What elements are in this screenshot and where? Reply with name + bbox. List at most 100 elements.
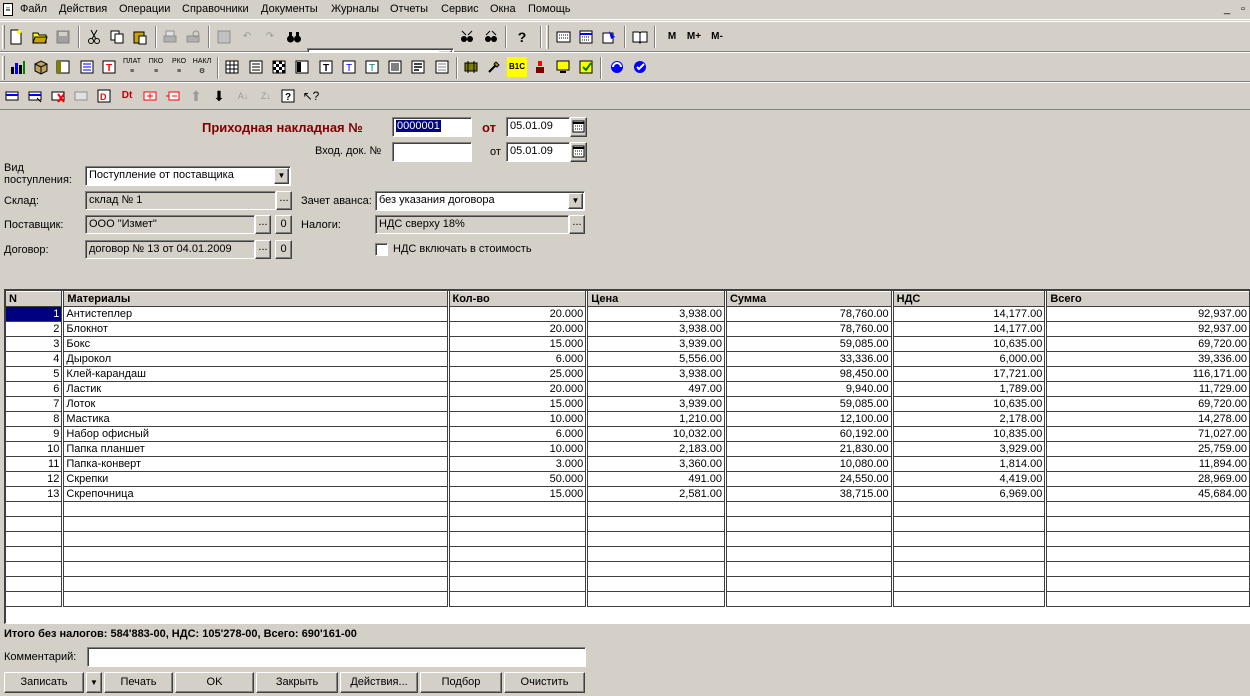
table-cell[interactable]: 20.000 (448, 321, 589, 337)
selection-button[interactable]: Подбор (420, 672, 502, 693)
report-analysis-icon[interactable] (292, 57, 312, 77)
paste-icon[interactable] (130, 27, 150, 47)
table-cell[interactable] (448, 561, 589, 577)
move-down-icon[interactable]: ⬇ (209, 86, 229, 106)
table-cell[interactable]: 38,715.00 (725, 486, 894, 502)
table-cell[interactable]: 12 (6, 471, 65, 487)
table-row[interactable]: 11 Папка-конверт 3.000 3,360.00 10,080.00 1,8… (6, 456, 1250, 472)
table-cell[interactable] (1045, 561, 1250, 577)
open-folder-icon[interactable] (30, 27, 50, 47)
table-cell[interactable]: 6.000 (448, 426, 589, 442)
table-cell[interactable]: 5,556.00 (586, 351, 727, 367)
table-cell[interactable] (62, 546, 450, 562)
table-cell[interactable]: 11,729.00 (1045, 381, 1250, 397)
table-cell[interactable] (6, 561, 65, 577)
find-next-icon[interactable] (457, 27, 477, 47)
table-cell[interactable] (725, 591, 894, 607)
new-row-copy-icon[interactable] (25, 86, 45, 106)
menu-file[interactable]: Файл (20, 3, 47, 15)
print-button[interactable]: Печать (104, 672, 173, 693)
memory-button[interactable]: M (662, 27, 682, 47)
table-cell[interactable] (6, 546, 65, 562)
actions-button[interactable]: Действия... (340, 672, 418, 693)
table-cell[interactable] (586, 501, 727, 517)
table-cell[interactable] (725, 516, 894, 532)
table-cell[interactable] (1045, 546, 1250, 562)
column-header-materials[interactable]: Материалы (62, 291, 450, 307)
report-grid-icon[interactable] (222, 57, 242, 77)
mark-delete-icon[interactable]: D (94, 86, 114, 106)
advance-dropdown-arrow[interactable]: ▼ (568, 193, 583, 209)
table-cell[interactable]: 2,183.00 (586, 441, 727, 457)
table-row[interactable]: 3 Бокс 15.000 3,939.00 59,085.00 10,635.00 69,… (6, 336, 1250, 352)
table-cell[interactable]: 17,721.00 (892, 366, 1048, 382)
invoice-icon[interactable]: НАКЛ ⚙ (192, 57, 212, 77)
table-cell[interactable] (586, 561, 727, 577)
cut-icon[interactable] (84, 27, 104, 47)
table-cell[interactable] (586, 516, 727, 532)
close-button[interactable]: Закрыть (256, 672, 338, 693)
table-row[interactable]: 8 Мастика 10.000 1,210.00 12,100.00 2,178.00 1… (6, 411, 1250, 427)
table-cell[interactable]: 8 (6, 411, 65, 427)
table-cell[interactable]: 10.000 (448, 441, 589, 457)
table-cell[interactable]: 78,760.00 (725, 321, 894, 337)
undo-icon[interactable]: ↶ (237, 27, 257, 47)
table-row[interactable]: 1 Антистеплер 20.000 3,938.00 78,760.00 14,17… (6, 306, 1250, 322)
table-cell[interactable]: 10,080.00 (725, 456, 894, 472)
table-cell[interactable] (725, 561, 894, 577)
table-cell[interactable] (892, 531, 1048, 547)
table-cell[interactable] (62, 561, 450, 577)
table-cell[interactable]: Бокс (62, 336, 450, 352)
copy-icon[interactable] (107, 27, 127, 47)
table-cell[interactable] (448, 591, 589, 607)
table-cell[interactable]: 1,210.00 (586, 411, 727, 427)
table-cell[interactable]: 9 (6, 426, 65, 442)
menu-operations[interactable]: Операции (119, 3, 170, 15)
menu-reports[interactable]: Отчеты (390, 3, 428, 15)
binoculars-find-icon[interactable] (284, 27, 304, 47)
table-cell[interactable]: 3,360.00 (586, 456, 727, 472)
table-cell[interactable]: 33,336.00 (725, 351, 894, 367)
incoming-date-field[interactable]: 05.01.09 (506, 142, 570, 162)
cash-expense-order-icon[interactable]: РКО ≡ (169, 57, 189, 77)
table-cell[interactable] (1045, 516, 1250, 532)
table-cell[interactable] (448, 516, 589, 532)
import-export-icon[interactable] (576, 57, 596, 77)
table-row[interactable]: 4 Дырокол 6.000 5,556.00 33,336.00 6,000.00 39… (6, 351, 1250, 367)
journal-icon[interactable] (77, 57, 97, 77)
table-cell[interactable]: 3,938.00 (586, 306, 727, 322)
table-cell[interactable]: 6,000.00 (892, 351, 1048, 367)
table-cell[interactable]: 21,830.00 (725, 441, 894, 457)
update-icon[interactable] (607, 57, 627, 77)
table-cell[interactable]: 2,178.00 (892, 411, 1048, 427)
warehouse-field[interactable]: склад № 1 (85, 191, 276, 210)
advance-select[interactable]: без указания договора (375, 191, 585, 211)
memory-minus-button[interactable]: M- (707, 27, 727, 47)
new-document-icon[interactable] (6, 27, 26, 47)
supplier-field[interactable]: ООО "Измет" (85, 215, 255, 234)
table-cell[interactable]: Клей-карандаш (62, 366, 450, 382)
table-cell[interactable] (892, 561, 1048, 577)
vat-include-checkbox[interactable] (375, 243, 388, 256)
table-row[interactable] (6, 561, 1250, 577)
print-preview-icon[interactable] (183, 27, 203, 47)
book-icon[interactable] (630, 27, 650, 47)
incoming-doc-number-field[interactable] (392, 142, 472, 162)
table-cell[interactable]: 3,938.00 (586, 366, 727, 382)
warehouse-select-button[interactable]: ... (276, 191, 292, 210)
sort-descending-icon[interactable]: Z↓ (256, 86, 276, 106)
table-cell[interactable]: 1,789.00 (892, 381, 1048, 397)
table-cell[interactable] (6, 501, 65, 517)
menu-windows[interactable]: Окна (490, 3, 516, 15)
table-cell[interactable]: 3,939.00 (586, 336, 727, 352)
table-cell[interactable] (62, 531, 450, 547)
save-button[interactable]: Записать (4, 672, 84, 693)
table-cell[interactable]: 14,177.00 (892, 306, 1048, 322)
table-cell[interactable] (62, 516, 450, 532)
table-cell[interactable] (1045, 531, 1250, 547)
report-t-account-icon[interactable]: T (339, 57, 359, 77)
table-cell[interactable]: 491.00 (586, 471, 727, 487)
taxes-select-button[interactable]: ... (569, 215, 585, 234)
box-icon[interactable] (31, 57, 51, 77)
transaction-icon[interactable]: T (99, 57, 119, 77)
